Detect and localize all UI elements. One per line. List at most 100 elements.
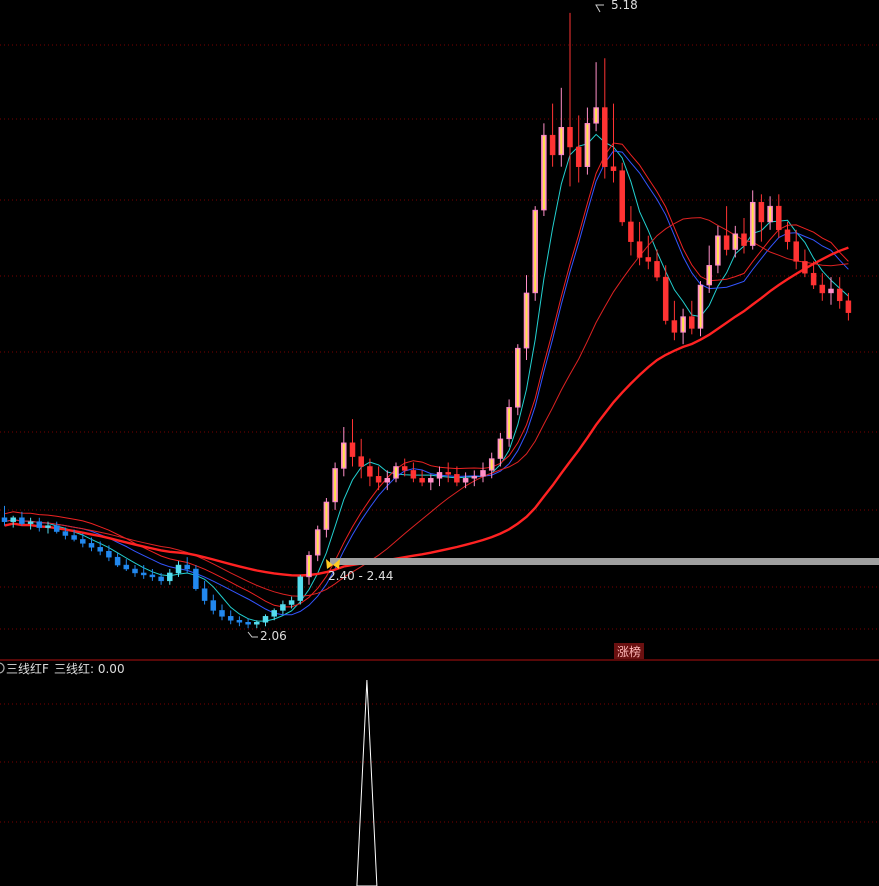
candle-body-highlight (334, 469, 337, 501)
candle-body-highlight (734, 234, 737, 249)
candle (19, 511, 25, 526)
candle (123, 559, 130, 571)
candle-body (271, 610, 277, 617)
candle-body-highlight (769, 207, 772, 221)
candle-body (254, 622, 260, 625)
candle-body (619, 170, 625, 223)
candle-body-highlight (699, 286, 702, 328)
candle-body (602, 107, 608, 167)
candle-body (158, 576, 164, 582)
candle (428, 474, 434, 491)
indicator-title: 三线红F (6, 661, 49, 676)
candle-body (140, 572, 147, 576)
candle (419, 470, 425, 487)
candle (836, 277, 843, 309)
indicator-toggle-icon[interactable] (0, 662, 5, 674)
high-label: 5.18 (611, 0, 638, 12)
candle-body-highlight (325, 502, 328, 529)
candle-body-highlight (560, 128, 563, 154)
candle (654, 249, 660, 282)
candle (575, 115, 582, 183)
candle-body (45, 525, 51, 528)
limit-up-badge: 涨榜 (614, 643, 644, 659)
candle (706, 245, 712, 293)
candle-body (645, 257, 652, 262)
candle-body (410, 470, 417, 479)
candle (114, 553, 121, 568)
candle (619, 162, 625, 226)
candle (715, 225, 721, 274)
candle-body-highlight (586, 124, 589, 166)
candle (671, 300, 678, 341)
candle-body (149, 574, 156, 578)
candle-body (662, 276, 669, 321)
candle (97, 541, 103, 556)
candle (306, 551, 312, 585)
candle (436, 466, 443, 487)
candle-body (654, 261, 660, 278)
candle-body (845, 300, 852, 313)
stock-chart: 5.18 2.06 2.40 - 2.44 涨榜 三线红F 三线红: 0.00 (0, 0, 879, 886)
candle-body (836, 288, 843, 302)
candle-body (80, 539, 86, 544)
candle-body-highlight (751, 203, 754, 245)
candle (645, 235, 652, 270)
candle (767, 196, 773, 230)
candle-body-highlight (508, 408, 511, 438)
candle-body (219, 610, 225, 617)
candle-body (184, 564, 190, 570)
ma40-line (4, 246, 849, 577)
candle (375, 466, 382, 491)
candle-body (828, 288, 834, 294)
candle (88, 537, 95, 552)
candle (532, 206, 538, 301)
candle-body (610, 166, 617, 171)
candle (819, 273, 826, 301)
candle-body (436, 472, 443, 479)
candle-body-highlight (682, 317, 685, 332)
candle (445, 462, 451, 483)
candle-body (27, 521, 34, 524)
candle-body-highlight (525, 293, 528, 348)
candle-body (454, 474, 460, 483)
candle (549, 103, 556, 167)
candle-body-highlight (308, 556, 310, 576)
high-marker: 5.18 (595, 0, 638, 13)
grid-lines (0, 44, 879, 823)
candle-body (401, 466, 408, 471)
candle (10, 515, 16, 528)
candle-body-highlight (342, 443, 345, 468)
candle (697, 281, 704, 337)
candle (541, 123, 547, 217)
candle-body (776, 205, 782, 231)
candle (462, 472, 469, 489)
candle-body (741, 233, 747, 246)
candle-body (36, 521, 43, 528)
candle-body (784, 229, 791, 242)
candles (1, 12, 852, 629)
candle (323, 498, 330, 538)
candle-body (19, 517, 25, 524)
candle-body (88, 543, 95, 548)
candle (410, 462, 417, 483)
candle (236, 616, 243, 627)
candle (201, 580, 208, 605)
candle-body (810, 272, 817, 286)
candle-body (53, 525, 60, 532)
candle (280, 600, 286, 615)
candle-body (193, 568, 199, 589)
candle-body (671, 320, 678, 333)
candle-body (114, 556, 121, 566)
candle-body (175, 564, 182, 574)
moving-average-lines (4, 133, 849, 622)
candle (845, 292, 852, 321)
candle-body-highlight (490, 459, 493, 470)
candle-body-highlight (542, 136, 545, 210)
candle (506, 399, 512, 447)
candle-body (280, 604, 286, 611)
candle (193, 565, 199, 591)
ma20-line (4, 217, 849, 597)
candle-body (62, 531, 69, 536)
candle (401, 458, 408, 477)
candle-body (106, 551, 112, 558)
